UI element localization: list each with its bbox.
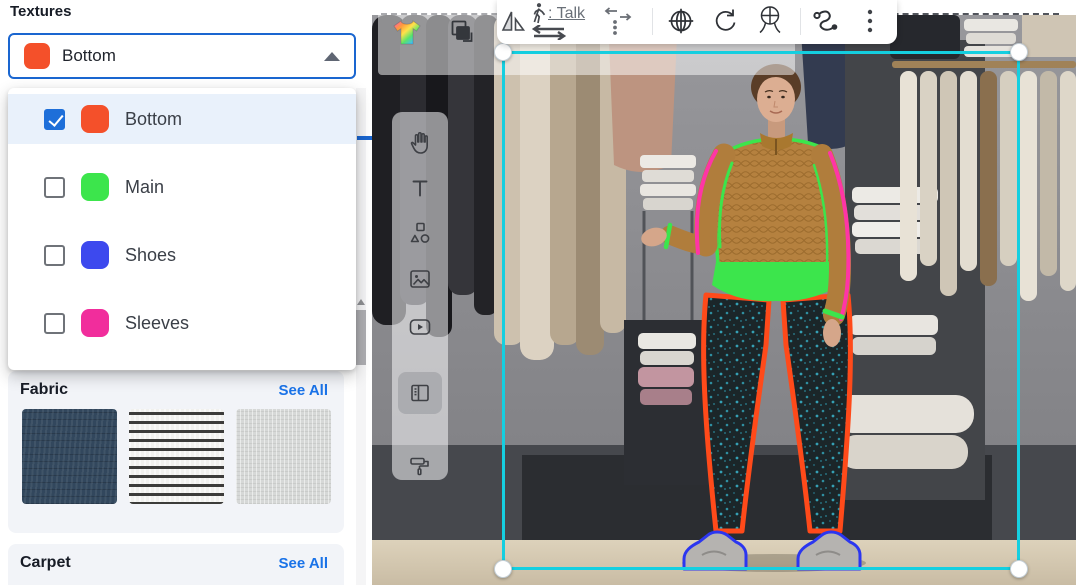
selection-handle-top-right[interactable] xyxy=(1010,43,1028,61)
toolbar-separator xyxy=(652,8,653,35)
checkbox-main[interactable] xyxy=(44,177,65,198)
selection-handle-top-left[interactable] xyxy=(494,43,512,61)
character-toolbar: : Talk xyxy=(497,0,897,44)
paint-roller-icon[interactable] xyxy=(407,454,433,480)
texture-dropdown-menu: Bottom Main Shoes Sleeves xyxy=(8,88,356,370)
carpet-section: Carpet See All xyxy=(8,544,344,585)
dropdown-item-label: Main xyxy=(125,177,164,198)
pan-hand-icon[interactable] xyxy=(407,130,433,156)
textures-sidebar: Textures Bottom Bottom Main Shoes xyxy=(0,0,372,585)
texture-select[interactable]: Bottom xyxy=(8,33,356,79)
color-swatch-main xyxy=(81,173,109,201)
dropdown-item-main[interactable]: Main xyxy=(8,162,356,212)
layout-panel-tool-active[interactable] xyxy=(398,372,442,414)
duplicate-icon[interactable] xyxy=(447,18,475,46)
scrollbar-up-arrow-icon[interactable] xyxy=(357,299,365,305)
dropdown-item-label: Bottom xyxy=(125,109,182,130)
head-pose-icon[interactable] xyxy=(755,4,788,36)
textures-panel-title: Textures xyxy=(10,3,71,20)
layout-panel-icon xyxy=(407,380,433,406)
more-options-icon[interactable] xyxy=(865,8,875,36)
fabric-title: Fabric xyxy=(20,381,68,399)
walk-icon[interactable] xyxy=(528,2,546,24)
fabric-swatch-gray[interactable] xyxy=(236,409,331,504)
carpet-see-all-link[interactable]: See All xyxy=(279,555,328,572)
checkbox-shoes[interactable] xyxy=(44,245,65,266)
fabric-swatch-denim[interactable] xyxy=(22,409,117,504)
app-window: Textures Bottom Bottom Main Shoes xyxy=(0,0,1076,585)
shapes-tool-icon[interactable] xyxy=(407,220,433,246)
color-swatch-shoes xyxy=(81,241,109,269)
selection-bounding-box[interactable] xyxy=(502,51,1020,570)
dropdown-item-label: Sleeves xyxy=(125,313,189,334)
canvas-tool-palette xyxy=(392,112,448,480)
selected-texture-label: Bottom xyxy=(62,46,116,66)
swap-arrows-icon[interactable] xyxy=(530,25,568,40)
texture-shirt-icon[interactable] xyxy=(391,18,423,48)
checkbox-bottom[interactable] xyxy=(44,109,65,130)
image-tool-icon[interactable] xyxy=(407,266,433,292)
dropdown-item-sleeves[interactable]: Sleeves xyxy=(8,298,356,348)
video-tool-icon[interactable] xyxy=(407,314,433,340)
flip-horizontal-icon[interactable] xyxy=(501,10,526,32)
dropdown-item-label: Shoes xyxy=(125,245,176,266)
fabric-see-all-link[interactable]: See All xyxy=(279,382,328,399)
rotate-icon[interactable] xyxy=(711,7,738,34)
scene-canvas[interactable]: : Talk xyxy=(372,0,1076,585)
orbit-globe-icon[interactable] xyxy=(665,4,697,38)
sidebar-scrollbar-thumb[interactable] xyxy=(356,310,366,365)
selected-color-swatch xyxy=(24,43,50,69)
path-direction-icon[interactable] xyxy=(601,6,635,36)
scroll-position-tick xyxy=(357,136,372,140)
text-tool-icon[interactable] xyxy=(408,176,432,200)
talk-label[interactable]: : Talk xyxy=(548,5,585,23)
toolbar-separator xyxy=(800,8,801,35)
dropdown-item-bottom[interactable]: Bottom xyxy=(8,94,356,144)
fabric-section: Fabric See All xyxy=(8,371,344,533)
color-swatch-sleeves xyxy=(81,309,109,337)
color-swatch-bottom xyxy=(81,105,109,133)
route-path-icon[interactable] xyxy=(811,8,843,36)
chevron-up-icon xyxy=(324,52,340,61)
carpet-title: Carpet xyxy=(20,554,71,572)
checkbox-sleeves[interactable] xyxy=(44,313,65,334)
fabric-swatch-stripe[interactable] xyxy=(129,409,224,504)
selection-handle-bottom-left[interactable] xyxy=(494,560,512,578)
selection-handle-bottom-right[interactable] xyxy=(1010,560,1028,578)
dropdown-item-shoes[interactable]: Shoes xyxy=(8,230,356,280)
